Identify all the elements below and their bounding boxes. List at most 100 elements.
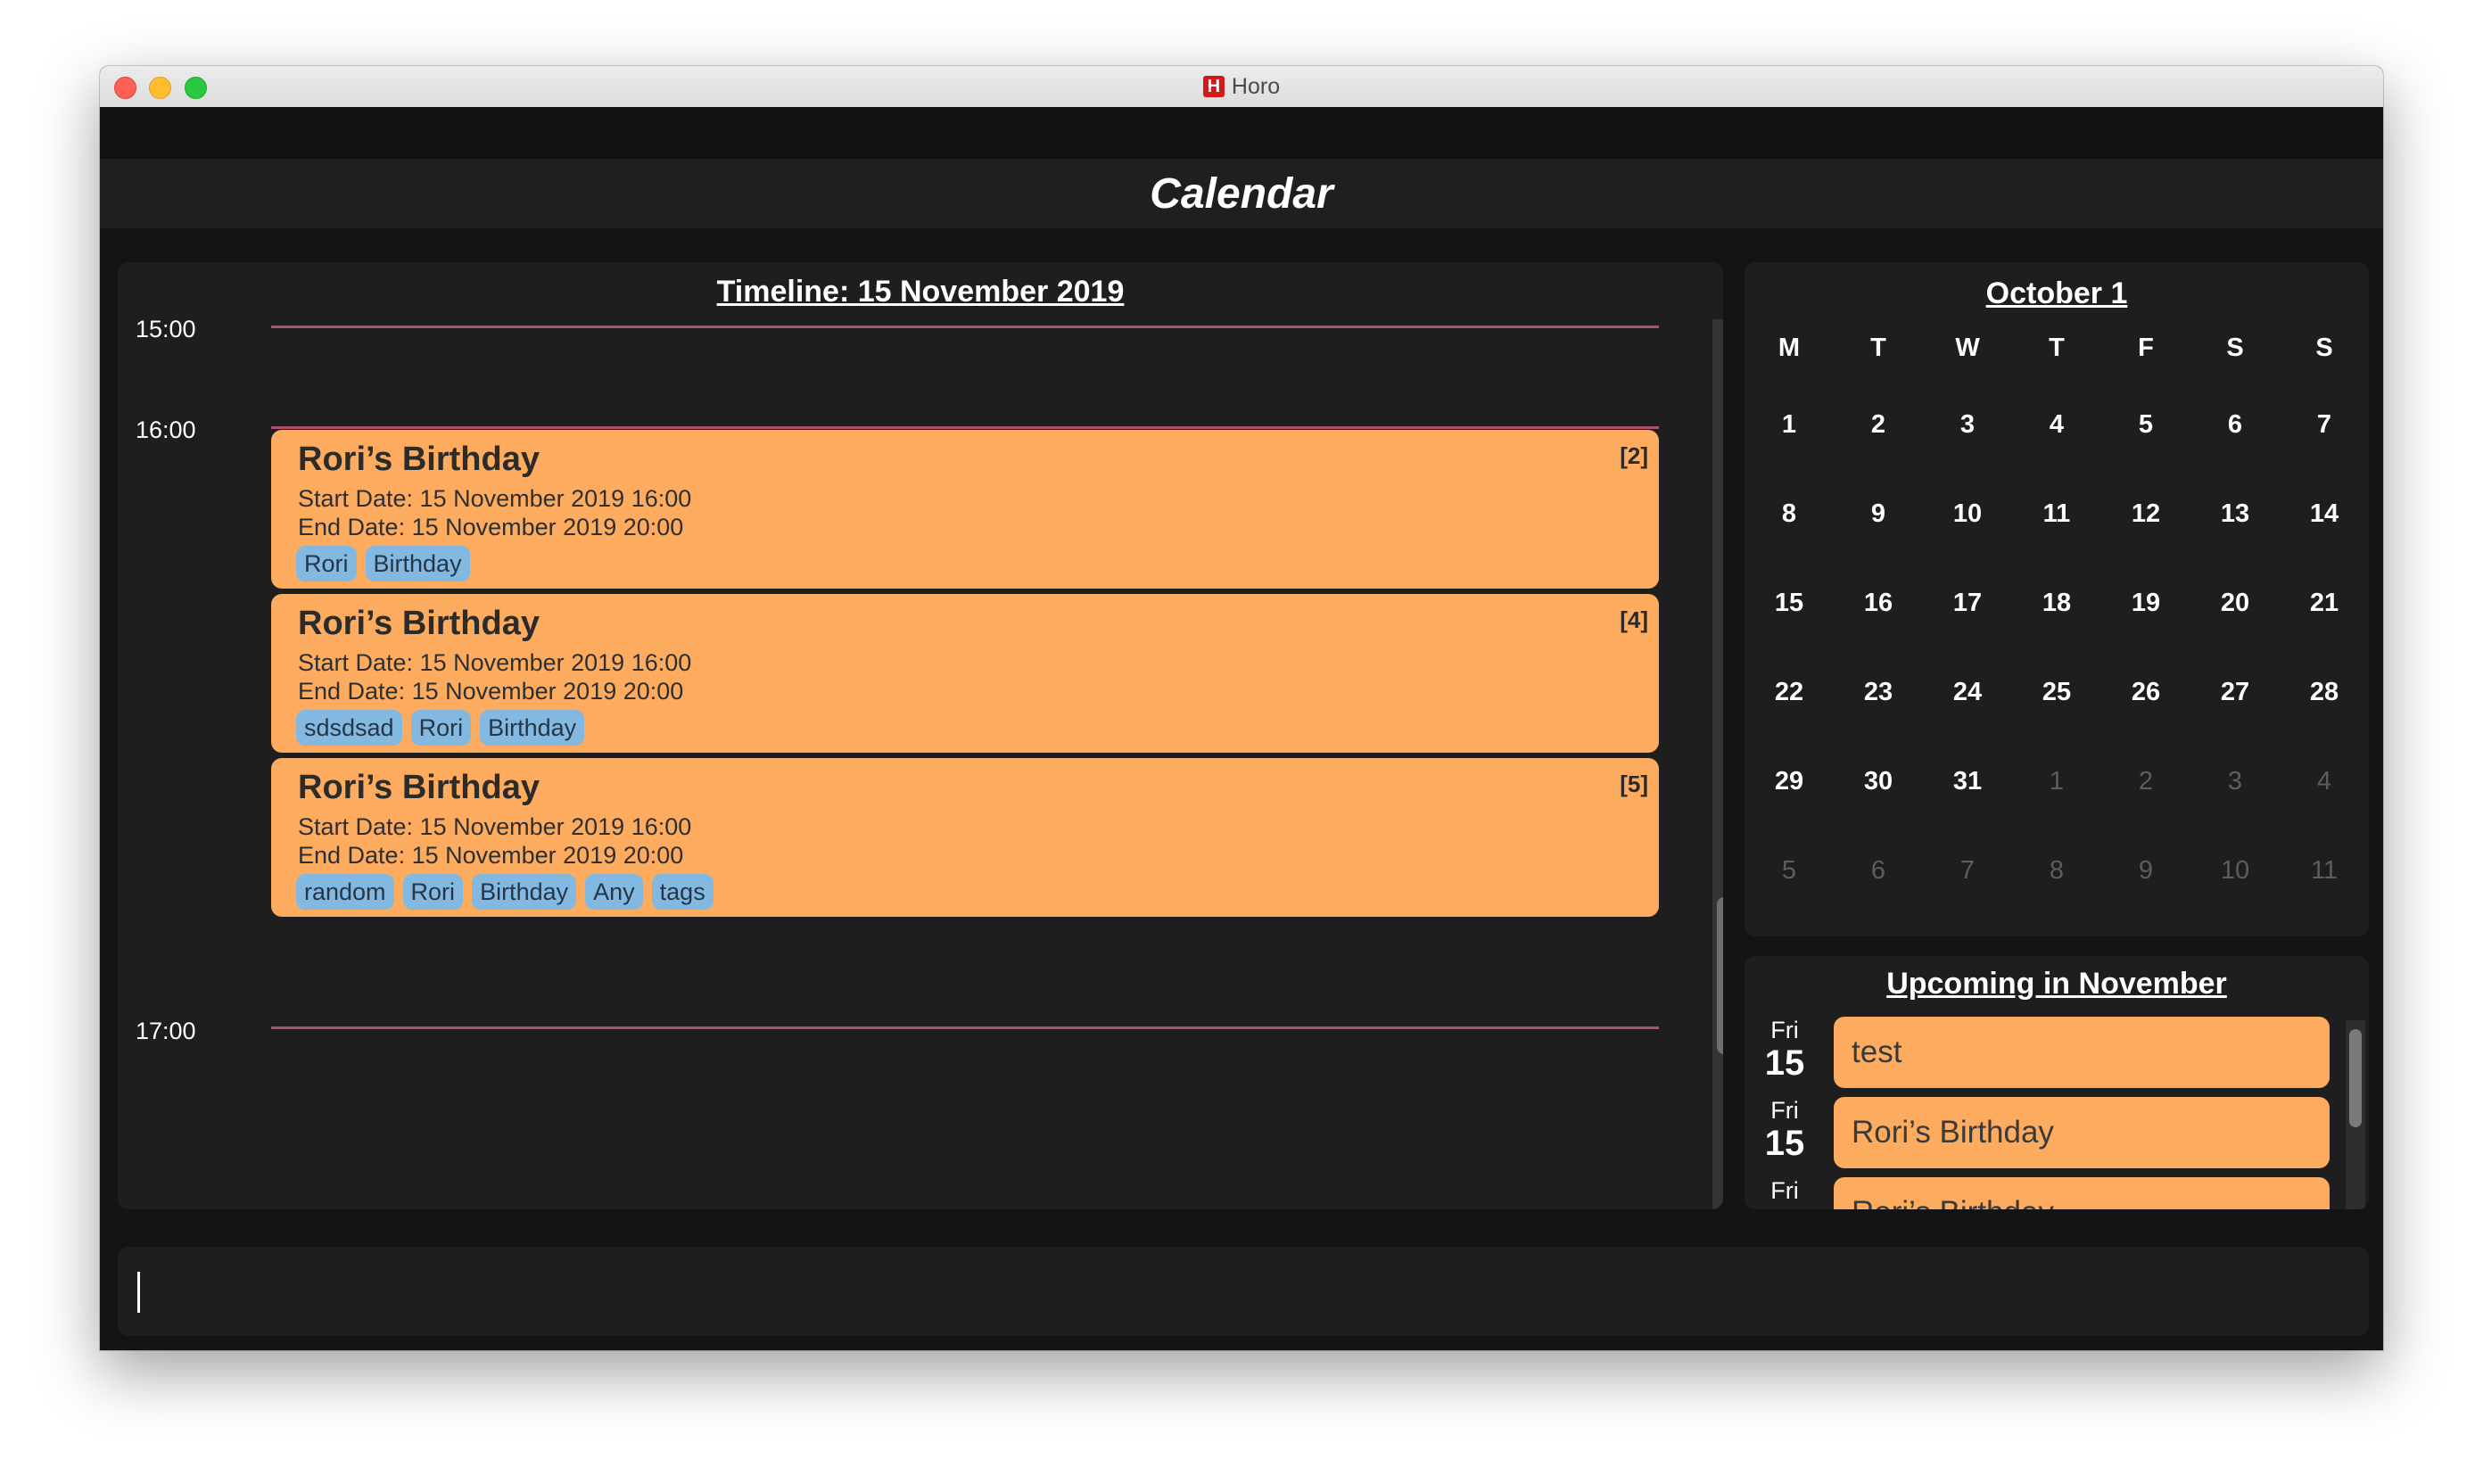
tag-chip: Rori: [402, 874, 464, 910]
calendar-day[interactable]: 1: [1745, 410, 1834, 440]
calendar-day[interactable]: 13: [2190, 499, 2280, 529]
calendar-week-row: 5 6 7 8 9 10 11: [1745, 856, 2369, 945]
event-tags: Rori Birthday: [296, 546, 470, 581]
calendar-day[interactable]: 25: [2012, 678, 2101, 707]
tag-chip: Birthday: [480, 710, 585, 746]
event-title: Rori’s Birthday: [298, 769, 540, 806]
calendar-day[interactable]: 28: [2280, 678, 2369, 707]
upcoming-scrollbar-thumb[interactable]: [2349, 1029, 2362, 1127]
page-title: Calendar: [1150, 169, 1333, 218]
calendar-day[interactable]: 11: [2280, 856, 2369, 886]
calendar-day[interactable]: 18: [2012, 589, 2101, 618]
command-box[interactable]: [118, 1247, 2369, 1336]
upcoming-event-card[interactable]: test: [1834, 1017, 2330, 1088]
event-end-date: End Date: 15 November 2019 20:00: [298, 842, 684, 869]
event-tags: random Rori Birthday Any tags: [296, 874, 714, 910]
weekday-label: T: [1870, 334, 1886, 362]
calendar-day[interactable]: 19: [2101, 589, 2190, 618]
event-title: Rori’s Birthday: [298, 605, 540, 642]
calendar-day[interactable]: 15: [1745, 589, 1834, 618]
timeline-scrollbar-thumb[interactable]: [1717, 897, 1723, 1054]
calendar-day[interactable]: 3: [2190, 767, 2280, 796]
upcoming-day-number: 15: [1764, 1043, 1805, 1083]
event-card[interactable]: Rori’s Birthday [5] Start Date: 15 Novem…: [271, 758, 1659, 917]
app-window: H Horo Calendar Timeline: 15 November 20…: [100, 66, 2383, 1350]
calendar-day[interactable]: 7: [1923, 856, 2012, 886]
text-caret: [137, 1272, 140, 1313]
upcoming-day-number: 15: [1759, 1204, 1811, 1209]
calendar-day[interactable]: 1: [2012, 767, 2101, 796]
weekday-label: W: [1955, 334, 1980, 362]
calendar-day[interactable]: 6: [1834, 856, 1923, 886]
timeline-scrollbar-track[interactable]: [1712, 319, 1723, 1209]
calendar-day[interactable]: 5: [2101, 410, 2190, 440]
calendar-day[interactable]: 30: [1834, 767, 1923, 796]
calendar-day[interactable]: 10: [1923, 499, 2012, 529]
event-card[interactable]: Rori’s Birthday [2] Start Date: 15 Novem…: [271, 430, 1659, 589]
event-end-date: End Date: 15 November 2019 20:00: [298, 678, 684, 705]
upcoming-weekday: Fri: [1770, 1017, 1799, 1043]
calendar-day[interactable]: 16: [1834, 589, 1923, 618]
event-card[interactable]: Rori’s Birthday [4] Start Date: 15 Novem…: [271, 594, 1659, 753]
calendar-day[interactable]: 20: [2190, 589, 2280, 618]
event-start-date: Start Date: 15 November 2019 16:00: [298, 485, 692, 512]
menu-strip: [100, 107, 2383, 159]
calendar-day[interactable]: 12: [2101, 499, 2190, 529]
calendar-panel: October 1 MTWTFSS 1 2 3 4 5 6 7 8 9 10 11 12 13 14 15 1…: [1745, 262, 2369, 936]
event-index: [4]: [1620, 606, 1648, 633]
calendar-day[interactable]: 2: [2101, 767, 2190, 796]
upcoming-item[interactable]: Fri 15 Rori’s Birthday: [1745, 1097, 2333, 1170]
title-bar: H Horo: [100, 66, 2383, 108]
calendar-day[interactable]: 17: [1923, 589, 2012, 618]
calendar-day[interactable]: 11: [2012, 499, 2101, 529]
calendar-title: October 1: [1985, 276, 2128, 310]
tag-chip: sdsdsad: [296, 710, 402, 746]
calendar-week-row: 8 9 10 11 12 13 14: [1745, 499, 2369, 589]
calendar-day[interactable]: 6: [2190, 410, 2280, 440]
hour-label: 16:00: [136, 416, 196, 443]
upcoming-item[interactable]: Fri 15 Rori’s Birthday: [1745, 1177, 2333, 1209]
weekday-header-row: MTWTFSS: [1745, 334, 2369, 410]
upcoming-title: Upcoming in November: [1886, 967, 2227, 1001]
page-header: Calendar: [100, 159, 2383, 228]
event-end-date: End Date: 15 November 2019 20:00: [298, 514, 684, 540]
calendar-day[interactable]: 7: [2280, 410, 2369, 440]
calendar-day[interactable]: 2: [1834, 410, 1923, 440]
upcoming-panel: Upcoming in November Fri 15 test Fri 15 …: [1745, 956, 2369, 1209]
upcoming-item[interactable]: Fri 15 test: [1745, 1017, 2333, 1090]
calendar-day[interactable]: 5: [1745, 856, 1834, 886]
calendar-grid: MTWTFSS 1 2 3 4 5 6 7 8 9 10 11 12 13 14 15 16 17 18 19 20 2…: [1745, 334, 2369, 945]
calendar-day[interactable]: 4: [2012, 410, 2101, 440]
calendar-day[interactable]: 4: [2280, 767, 2369, 796]
event-index: [5]: [1620, 771, 1648, 797]
upcoming-event-card[interactable]: Rori’s Birthday: [1834, 1177, 2330, 1209]
calendar-day[interactable]: 31: [1923, 767, 2012, 796]
tag-chip: Birthday: [365, 546, 470, 581]
calendar-day[interactable]: 8: [2012, 856, 2101, 886]
calendar-day[interactable]: 24: [1923, 678, 2012, 707]
calendar-week-row: 15 16 17 18 19 20 21: [1745, 589, 2369, 678]
calendar-day[interactable]: 27: [2190, 678, 2280, 707]
upcoming-event-card[interactable]: Rori’s Birthday: [1834, 1097, 2330, 1168]
weekday-label: F: [2138, 334, 2154, 362]
calendar-day[interactable]: 9: [1834, 499, 1923, 529]
calendar-day[interactable]: 22: [1745, 678, 1834, 707]
event-start-date: Start Date: 15 November 2019 16:00: [298, 649, 692, 676]
hour-line: [271, 426, 1659, 429]
calendar-day[interactable]: 14: [2280, 499, 2369, 529]
calendar-week-row: 1234567: [1745, 410, 2369, 499]
calendar-day[interactable]: 9: [2101, 856, 2190, 886]
tag-chip: random: [296, 874, 394, 910]
window-title: Horo: [1231, 73, 1281, 99]
calendar-day[interactable]: 23: [1834, 678, 1923, 707]
tag-chip: tags: [651, 874, 714, 910]
calendar-day[interactable]: 3: [1923, 410, 2012, 440]
calendar-day[interactable]: 8: [1745, 499, 1834, 529]
calendar-day[interactable]: 21: [2280, 589, 2369, 618]
hour-line: [271, 326, 1659, 328]
calendar-day[interactable]: 29: [1745, 767, 1834, 796]
calendar-day[interactable]: 26: [2101, 678, 2190, 707]
calendar-day[interactable]: 10: [2190, 856, 2280, 886]
command-input[interactable]: [144, 1265, 2351, 1320]
tag-chip: Rori: [296, 546, 357, 581]
